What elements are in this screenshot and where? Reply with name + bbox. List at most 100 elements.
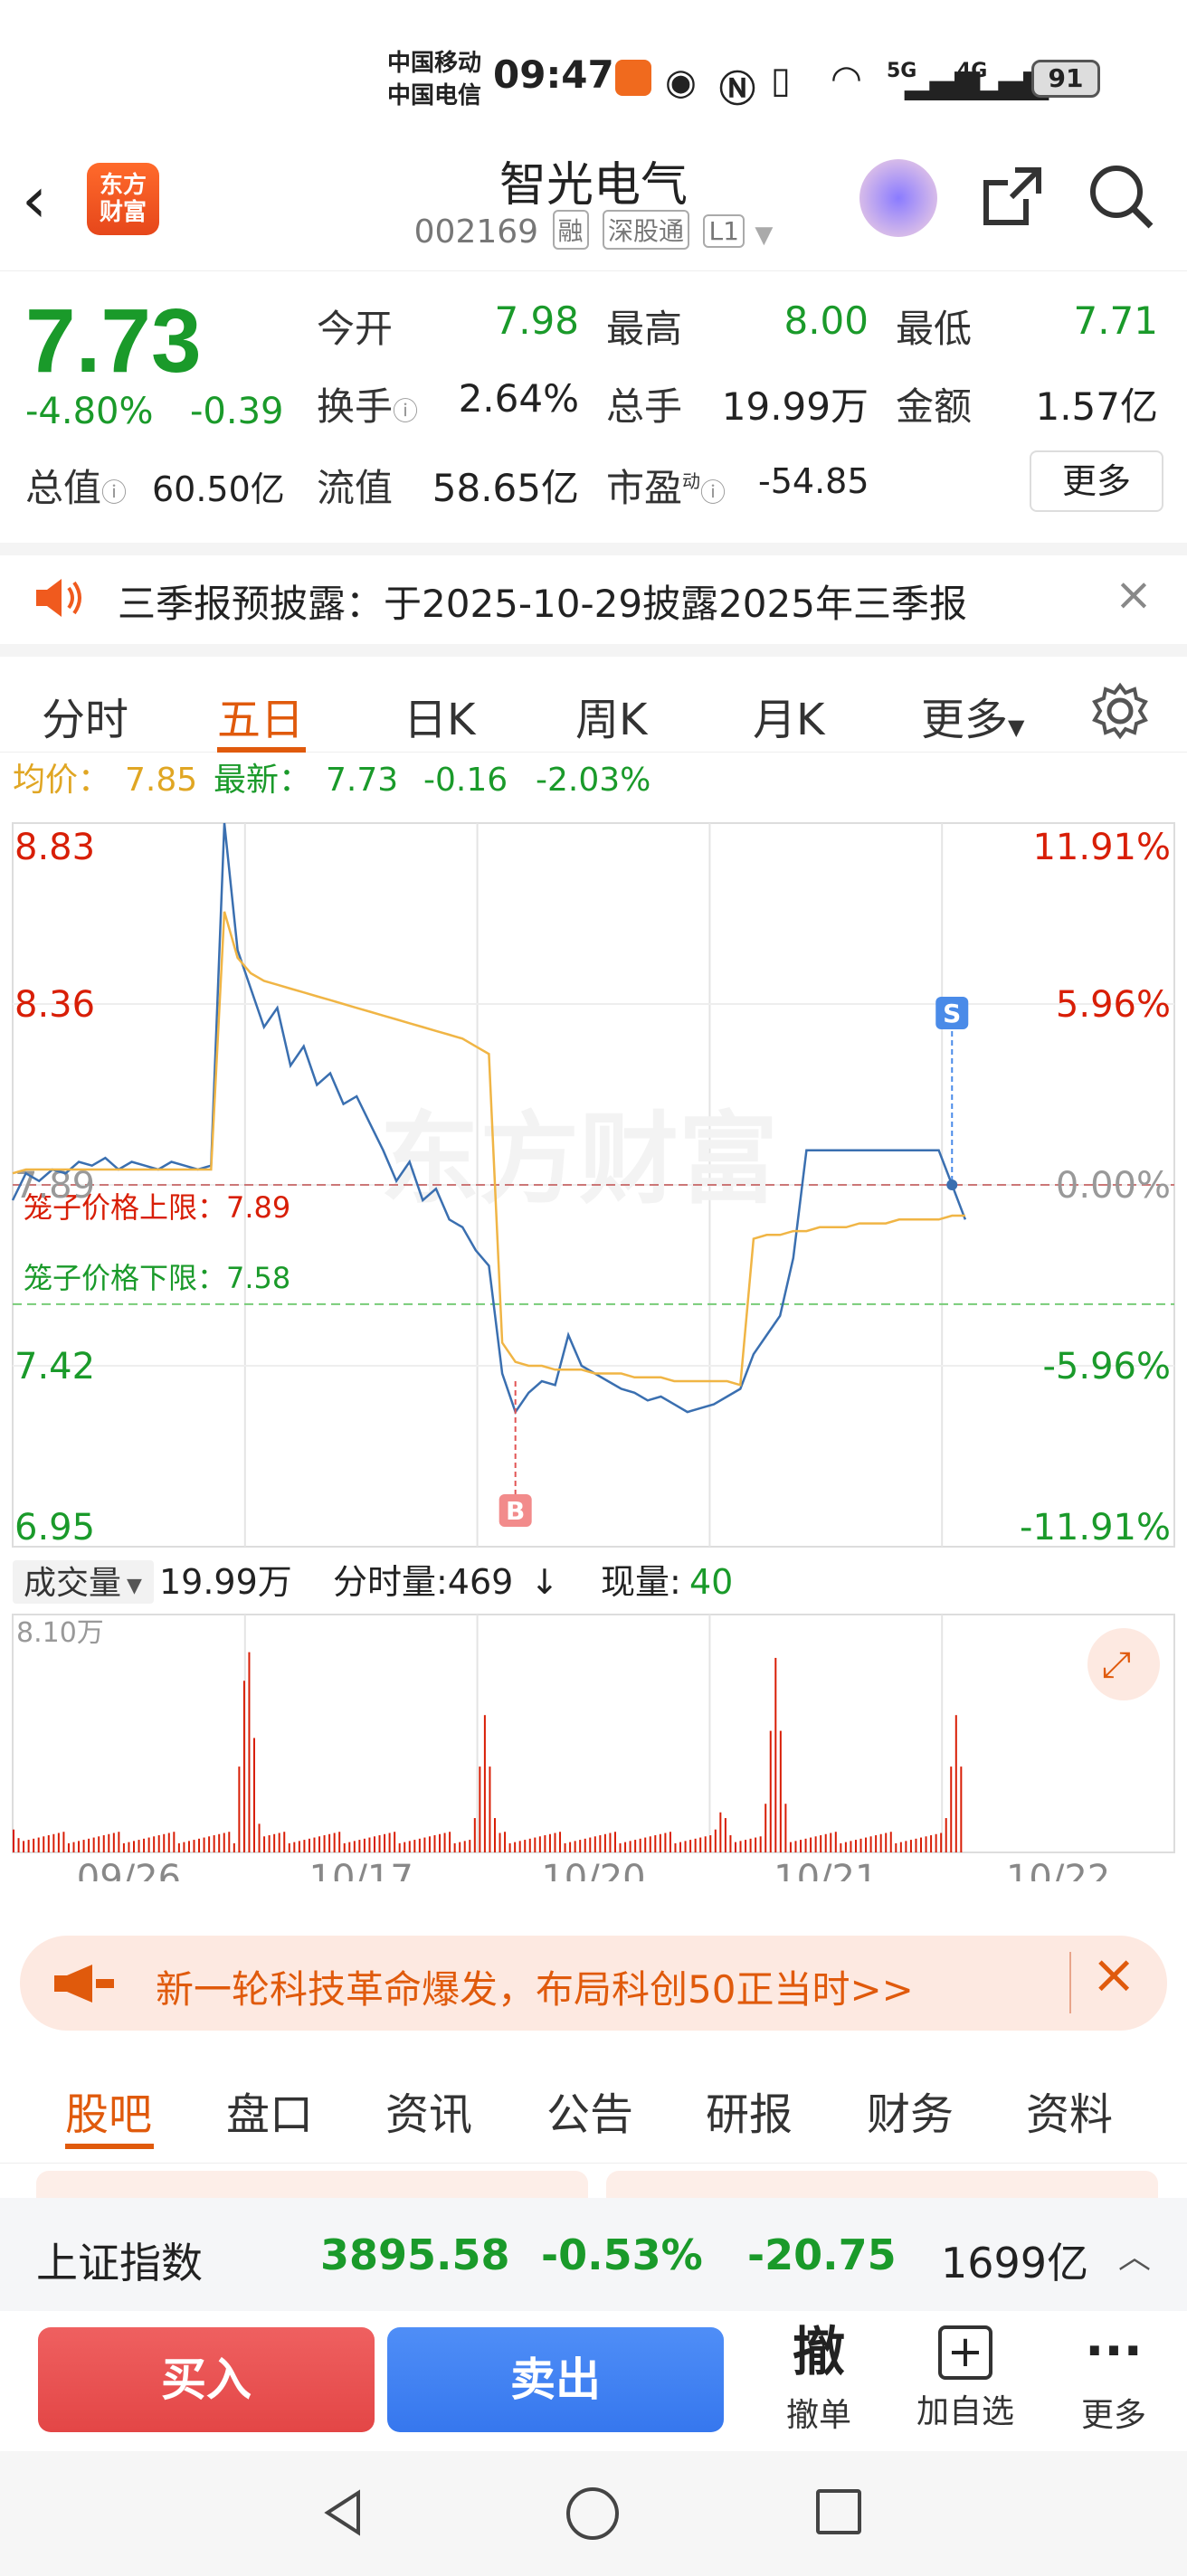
- y-tick-right: 11.91%: [1032, 827, 1171, 868]
- tab-forum[interactable]: 股吧: [65, 2079, 152, 2142]
- tab-monthly-k[interactable]: 月K: [753, 684, 824, 747]
- volume-bar: [88, 1838, 90, 1852]
- index-pct: -0.53%: [541, 2230, 703, 2279]
- volume-bar: [669, 1832, 671, 1852]
- volume-label[interactable]: 成交量: [24, 1565, 121, 1602]
- volume-bar: [108, 1833, 110, 1852]
- volume-bar: [248, 1652, 251, 1852]
- caret-down-icon: ▼: [1008, 715, 1025, 740]
- price-chart[interactable]: 均价： 7.85 最新： 7.73 -0.16 -2.03% 东方财富笼子价格上…: [0, 760, 1187, 1881]
- add-watchlist-button[interactable]: + 加自选: [907, 2320, 1024, 2432]
- volume-value: 19.99万: [721, 384, 869, 429]
- volume-bar: [368, 1837, 371, 1852]
- tab-intraday[interactable]: 分时: [42, 684, 128, 747]
- pe-label[interactable]: 市盈动ⓘ: [606, 458, 726, 513]
- volume-bar: [865, 1837, 868, 1852]
- share-icon[interactable]: [979, 163, 1046, 230]
- volume-bar: [453, 1842, 456, 1852]
- index-ticker[interactable]: 上证指数 3895.58 -0.53% -20.75 1699亿 ︿: [0, 2198, 1187, 2311]
- cancel-order-button[interactable]: 撤 撤单: [760, 2320, 878, 2436]
- tab-orderbook[interactable]: 盘口: [226, 2079, 313, 2142]
- volume-bar: [413, 1840, 416, 1852]
- stock-header: ‹ 东方 财富 智光电气 002169 融 深股通 L1 ▼: [0, 136, 1187, 271]
- volume-bar: [544, 1835, 546, 1852]
- more-quote-button[interactable]: 更多: [1030, 450, 1163, 512]
- pe-label-text: 市盈: [606, 466, 683, 510]
- volume-bar: [930, 1835, 933, 1852]
- tab-weekly-k[interactable]: 周K: [575, 684, 647, 747]
- notice-bar[interactable]: 三季报预披露：于2025-10-29披露2025年三季报 ×: [0, 543, 1187, 642]
- volume-max-label: 8.10万: [16, 1617, 104, 1649]
- volume-bar: [719, 1812, 722, 1852]
- turnover-label[interactable]: 换手ⓘ: [317, 376, 418, 431]
- volume-bar: [493, 1818, 496, 1852]
- volume-bar: [358, 1840, 361, 1852]
- nav-recents-icon[interactable]: [816, 2489, 861, 2534]
- volume-bar: [72, 1842, 75, 1852]
- close-icon[interactable]: ×: [1091, 1943, 1136, 2006]
- volume-bar: [909, 1840, 912, 1852]
- tab-announcements[interactable]: 公告: [546, 2079, 633, 2142]
- volume-bar: [729, 1835, 732, 1852]
- volume-total: 19.99万: [159, 1562, 292, 1602]
- volume-bar: [830, 1833, 832, 1852]
- volume-bar: [769, 1730, 772, 1852]
- tab-news[interactable]: 资讯: [385, 2079, 472, 2142]
- volume-bar: [218, 1833, 221, 1852]
- tab-more[interactable]: 更多▼: [921, 684, 1024, 747]
- volume-bar: [619, 1842, 622, 1852]
- more-actions-button[interactable]: ··· 更多: [1055, 2320, 1173, 2436]
- volume-bar: [122, 1842, 125, 1852]
- tag-margin: 融: [552, 210, 589, 250]
- tab-finance[interactable]: 财务: [867, 2079, 954, 2142]
- volume-bar: [905, 1841, 907, 1852]
- volume-bar: [473, 1818, 476, 1852]
- tab-five-day[interactable]: 五日: [217, 684, 304, 747]
- trade-action-bar: 买入 卖出 撤 撤单 + 加自选 ··· 更多: [0, 2311, 1187, 2451]
- volume-bar: [634, 1840, 637, 1852]
- promo-banner[interactable]: 新一轮科技革命爆发，布局科创50正当时>> ×: [20, 1936, 1167, 2031]
- volume-bar: [534, 1837, 537, 1852]
- volume-bar: [343, 1842, 346, 1852]
- mktcap-label[interactable]: 总值ⓘ: [25, 458, 127, 513]
- tab-research[interactable]: 研报: [706, 2079, 793, 2142]
- settings-icon[interactable]: [1091, 682, 1149, 740]
- volume-bar: [854, 1840, 857, 1852]
- volume-bar: [559, 1832, 562, 1852]
- now-volume-value: 40: [689, 1562, 733, 1602]
- status-bar: 中国移动 中国电信 09:47 ◉ Ⓝ ▯ ◠ 5G ▂▄▆ 4G ▂▄▆ 91: [0, 0, 1187, 154]
- tab-daily-k[interactable]: 日K: [404, 684, 475, 747]
- buy-button[interactable]: 买入: [38, 2327, 375, 2432]
- tab-profile[interactable]: 资料: [1026, 2079, 1113, 2142]
- current-price: 7.73: [25, 290, 202, 392]
- notice-text: 三季报预披露：于2025-10-29披露2025年三季报: [118, 582, 967, 626]
- nav-back-icon[interactable]: [318, 2487, 369, 2538]
- pe-value: -54.85: [758, 461, 869, 501]
- cancel-order-icon: 撤: [792, 2321, 845, 2382]
- close-icon[interactable]: ×: [1115, 568, 1153, 620]
- volume-plot: 8.10万: [12, 1614, 1175, 1853]
- latest-value: 7.73: [326, 762, 398, 799]
- volume-bar: [789, 1842, 792, 1852]
- nav-home-icon[interactable]: [566, 2487, 619, 2540]
- volume-bar: [404, 1842, 406, 1852]
- latest-change-pct: -2.03%: [536, 762, 650, 799]
- float-label: 流值: [317, 466, 394, 510]
- volume-bar: [824, 1833, 827, 1852]
- volume-bar: [82, 1840, 85, 1852]
- volume-bar: [338, 1832, 341, 1852]
- volume-bar: [378, 1835, 381, 1852]
- volume-bar: [945, 1818, 947, 1852]
- more-dots-icon: ···: [1085, 2322, 1143, 2381]
- search-icon[interactable]: [1086, 161, 1158, 233]
- carrier-2: 中国电信: [387, 82, 482, 109]
- volume-bar: [449, 1832, 451, 1852]
- sell-button[interactable]: 卖出: [387, 2327, 724, 2432]
- y-tick-right: -5.96%: [1042, 1346, 1171, 1387]
- chevron-up-icon[interactable]: ︿: [1118, 2230, 1151, 2278]
- volume-bar: [469, 1840, 471, 1852]
- ai-assistant-avatar[interactable]: [859, 159, 937, 237]
- volume-bar: [233, 1842, 235, 1852]
- plus-square-icon: +: [938, 2325, 992, 2380]
- volume-bar: [323, 1835, 326, 1852]
